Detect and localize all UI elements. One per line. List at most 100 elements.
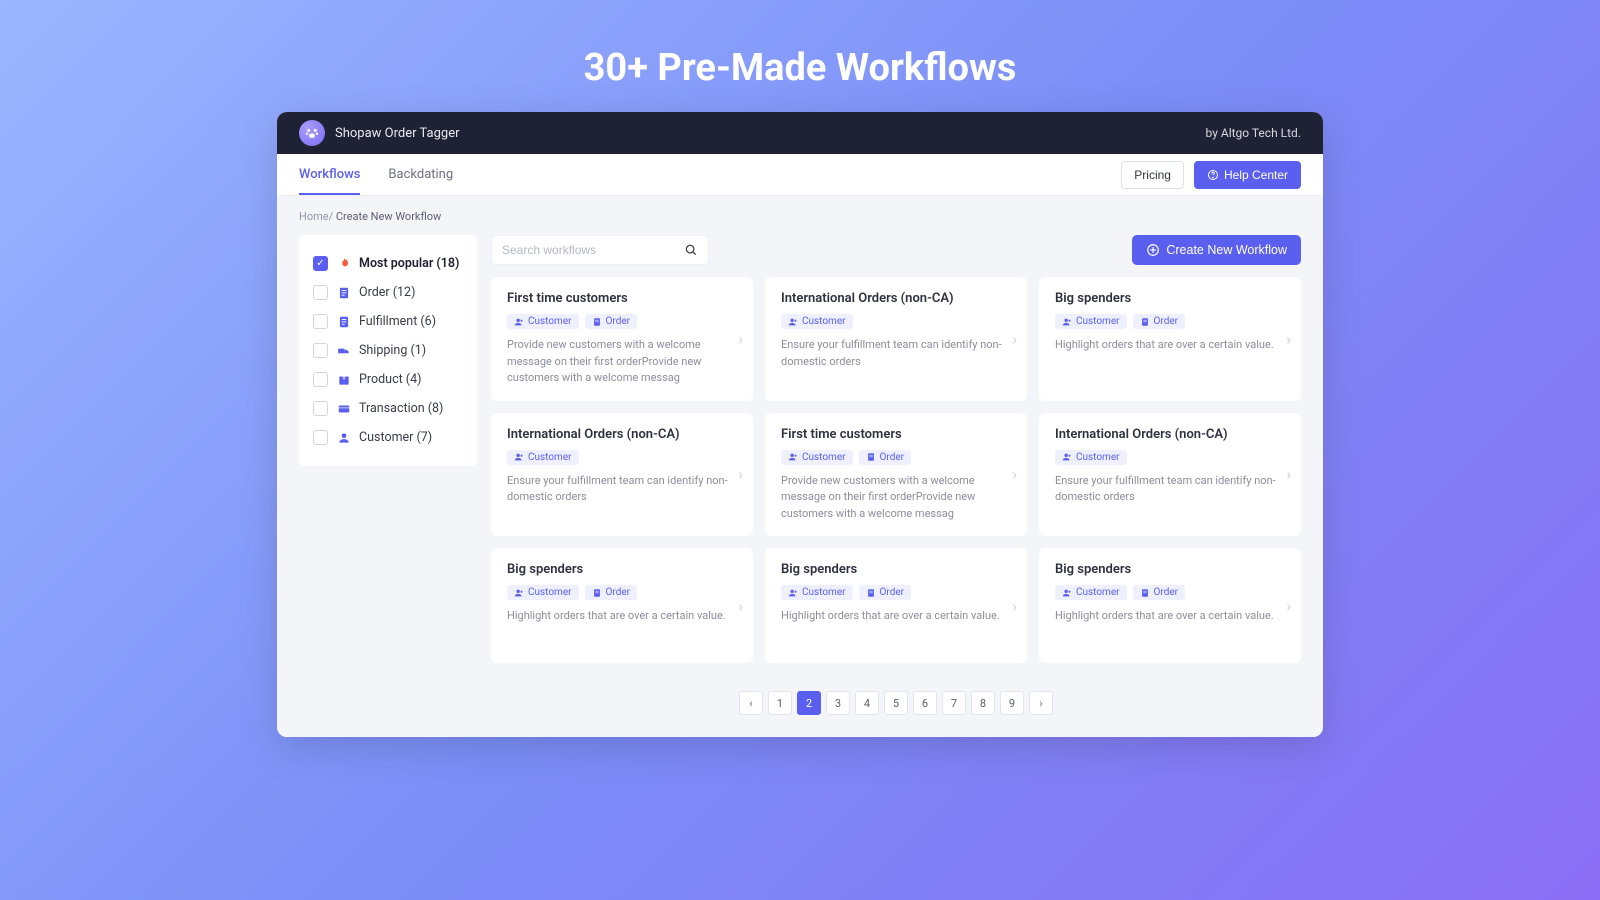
tag-customer: Customer [507,450,579,465]
checkbox-icon: ✓ [313,256,328,271]
card-title: International Orders (non-CA) [781,291,1011,306]
card-title: Big spenders [507,562,737,577]
truck-icon [336,343,351,358]
user-icon [1062,452,1072,462]
clipboard-icon [866,452,876,462]
filter-label: Most popular (18) [359,256,459,271]
card-description: Highlight orders that are over a certain… [1055,337,1285,354]
card-description: Ensure your fulfillment team can identif… [1055,473,1285,506]
clipboard-icon [866,588,876,598]
filter-fulfillment[interactable]: Fulfillment (6) [311,307,465,336]
workflow-card[interactable]: International Orders (non-CA) Customer Ens… [491,413,753,537]
checkbox-icon [313,314,328,329]
filter-shipping[interactable]: Shipping (1) [311,336,465,365]
search-box[interactable] [491,235,709,265]
user-icon [788,452,798,462]
create-workflow-button[interactable]: Create New Workflow [1132,235,1301,265]
filter-transaction[interactable]: Transaction (8) [311,394,465,423]
clipboard-icon [336,285,351,300]
card-title: Big spenders [1055,291,1285,306]
workflow-card[interactable]: International Orders (non-CA) Customer Ens… [765,277,1027,401]
card-description: Provide new customers with a welcome mes… [781,473,1011,523]
breadcrumb-home[interactable]: Home [299,210,329,223]
page-4[interactable]: 4 [855,691,879,715]
tag-row: CustomerOrder [1055,585,1285,600]
card-title: Big spenders [781,562,1011,577]
brand-name: Shopaw Order Tagger [335,126,460,141]
tag-order: Order [1133,585,1186,600]
filter-customer[interactable]: Customer (7) [311,423,465,452]
user-icon [1062,317,1072,327]
tab-backdating[interactable]: Backdating [388,154,453,195]
user-icon [788,317,798,327]
user-icon [514,452,524,462]
tag-row: CustomerOrder [1055,314,1285,329]
card-icon [336,401,351,416]
filter-order[interactable]: Order (12) [311,278,465,307]
tab-workflows[interactable]: Workflows [299,154,360,195]
clipboard-icon [1140,317,1150,327]
breadcrumb: Home/ Create New Workflow [299,210,1301,223]
tag-customer: Customer [1055,314,1127,329]
page-5[interactable]: 5 [884,691,908,715]
workflow-card[interactable]: International Orders (non-CA)CustomerEns… [1039,413,1301,537]
pricing-button[interactable]: Pricing [1121,161,1184,189]
page-9[interactable]: 9 [1000,691,1024,715]
search-icon [684,243,698,257]
filter-product[interactable]: Product (4) [311,365,465,394]
chevron-right-icon: › [1286,465,1291,484]
clipboard-icon [592,588,602,598]
help-icon [1207,169,1219,181]
workflow-card[interactable]: Big spenders CustomerOrder Highlight order… [1039,277,1301,401]
user-icon [1062,588,1072,598]
page-7[interactable]: 7 [942,691,966,715]
breadcrumb-current: Create New Workflow [336,210,441,223]
clipboard-icon [592,317,602,327]
tag-order: Order [585,314,638,329]
workflow-card[interactable]: First time customersCustomerOrderProvide… [765,413,1027,537]
search-input[interactable] [502,243,684,257]
hero-title: 30+ Pre-Made Workflows [0,0,1600,112]
page-prev[interactable]: ‹ [739,691,763,715]
card-description: Ensure your fulfillment team can identif… [507,473,737,506]
help-center-button[interactable]: Help Center [1194,161,1301,189]
page-6[interactable]: 6 [913,691,937,715]
card-description: Highlight orders that are over a certain… [507,608,737,625]
workflow-card[interactable]: First time customersCustomerOrderProvide… [491,277,753,401]
tag-row: CustomerOrder [507,314,737,329]
page-8[interactable]: 8 [971,691,995,715]
user-icon [514,588,524,598]
app-window: Shopaw Order Tagger by Altgo Tech Ltd. W… [277,112,1323,737]
workflow-card[interactable]: Big spendersCustomerOrderHighlight order… [491,548,753,663]
filter-sidebar: ✓ Most popular (18) Order (12) Fulfillment … [299,235,477,466]
tag-customer: Customer [507,585,579,600]
page-2[interactable]: 2 [797,691,821,715]
tag-customer: Customer [781,314,853,329]
tag-row: CustomerOrder [781,450,1011,465]
filter-label: Shipping (1) [359,343,426,358]
workflow-card[interactable]: Big spendersCustomerOrderHighlight order… [765,548,1027,663]
filter-label: Transaction (8) [359,401,443,416]
card-title: International Orders (non-CA) [507,427,737,442]
card-description: Highlight orders that are over a certain… [1055,608,1285,625]
workflow-card[interactable]: Big spendersCustomerOrderHighlight order… [1039,548,1301,663]
user-icon [336,430,351,445]
flame-icon [336,256,351,271]
checkbox-icon [313,430,328,445]
filter-most-popular[interactable]: ✓ Most popular (18) [311,249,465,278]
card-description: Highlight orders that are over a certain… [781,608,1011,625]
filter-label: Product (4) [359,372,421,387]
checkbox-icon [313,343,328,358]
checkbox-icon [313,401,328,416]
topbar: Shopaw Order Tagger by Altgo Tech Ltd. [277,112,1323,154]
page-1[interactable]: 1 [768,691,792,715]
page-3[interactable]: 3 [826,691,850,715]
card-description: Ensure your fulfillment team can identif… [781,337,1011,370]
chevron-right-icon: › [1012,329,1017,348]
filter-label: Fulfillment (6) [359,314,436,329]
page-next[interactable]: › [1029,691,1053,715]
brand-paw-icon [299,120,325,146]
chevron-right-icon: › [1012,465,1017,484]
clipboard-icon [336,314,351,329]
chevron-right-icon: › [738,465,743,484]
